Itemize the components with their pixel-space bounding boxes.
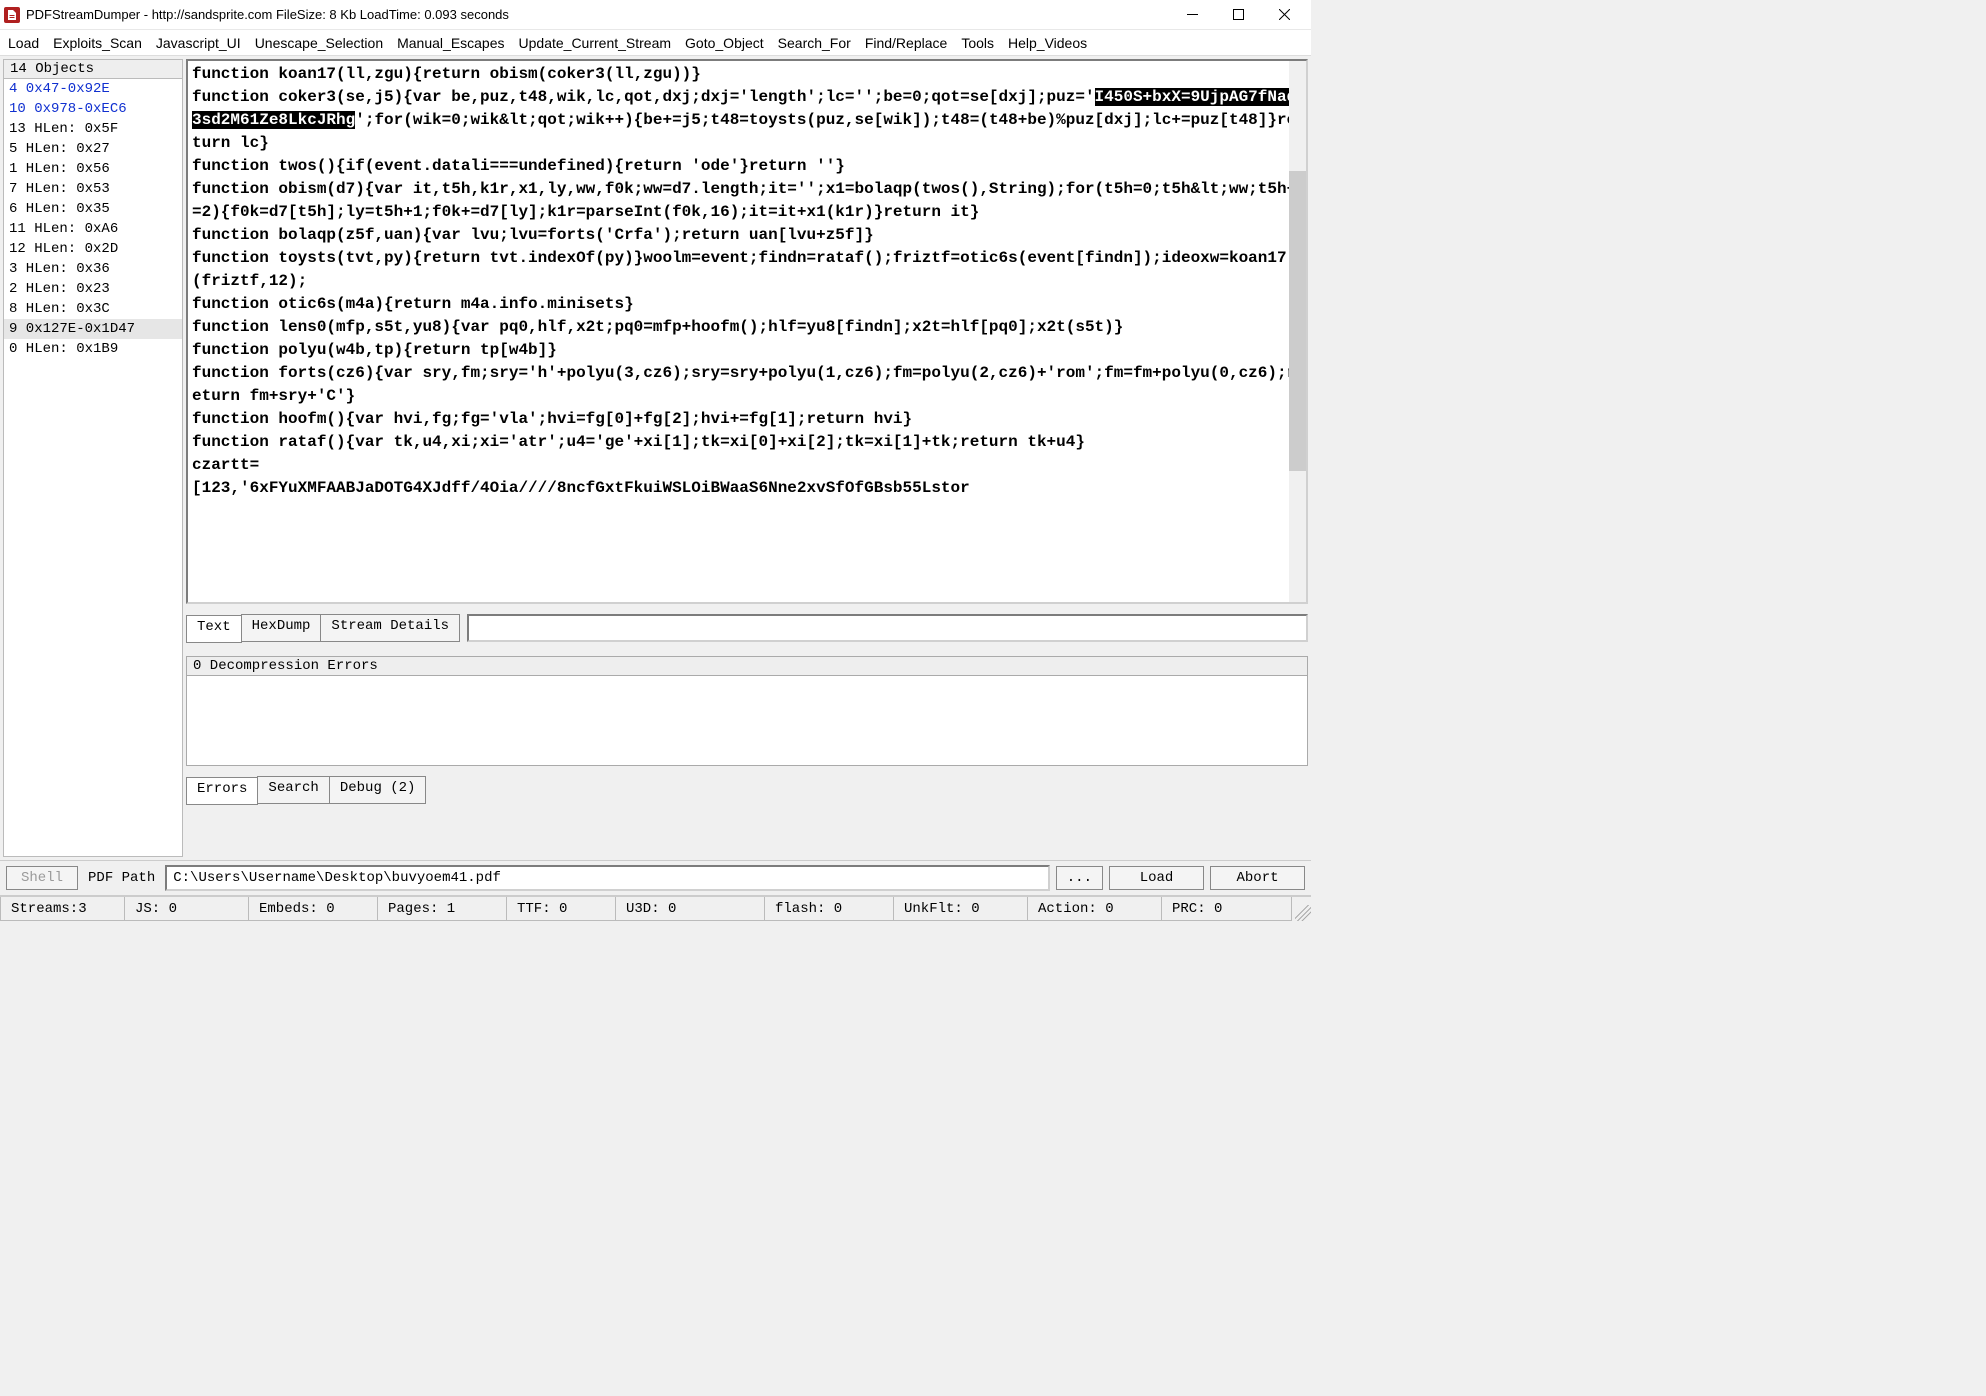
menu-javascript-ui[interactable]: Javascript_UI: [156, 35, 241, 51]
tab-filler-input[interactable]: [467, 614, 1308, 642]
list-item[interactable]: 8 HLen: 0x3C: [4, 299, 182, 319]
menu-manual-escapes[interactable]: Manual_Escapes: [397, 35, 504, 51]
left-panel: 14 Objects 4 0x47-0x92E10 0x978-0xEC613 …: [3, 59, 183, 857]
resize-grip[interactable]: [1291, 897, 1311, 921]
list-item[interactable]: 10 0x978-0xEC6: [4, 99, 182, 119]
list-item[interactable]: 2 HLen: 0x23: [4, 279, 182, 299]
errors-header: 0 Decompression Errors: [186, 656, 1308, 676]
list-item[interactable]: 3 HLen: 0x36: [4, 259, 182, 279]
status-js: JS: 0: [124, 897, 249, 921]
objects-header: 14 Objects: [3, 59, 183, 79]
list-item[interactable]: 6 HLen: 0x35: [4, 199, 182, 219]
lower-tabs: Errors Search Debug (2): [186, 776, 1308, 804]
status-u3d: U3D: 0: [615, 897, 765, 921]
browse-button[interactable]: ...: [1056, 866, 1103, 890]
status-prc: PRC: 0: [1161, 897, 1292, 921]
shell-button[interactable]: Shell: [6, 866, 78, 890]
tab-text[interactable]: Text: [186, 615, 242, 643]
menu-exploits-scan[interactable]: Exploits_Scan: [53, 35, 142, 51]
menu-unescape-selection[interactable]: Unescape_Selection: [255, 35, 383, 51]
menu-tools[interactable]: Tools: [961, 35, 994, 51]
menu-update-current-stream[interactable]: Update_Current_Stream: [519, 35, 672, 51]
tab-errors[interactable]: Errors: [186, 777, 258, 805]
status-ttf: TTF: 0: [506, 897, 616, 921]
app-icon: [4, 7, 20, 23]
errors-body[interactable]: [186, 676, 1308, 766]
status-bar: Streams:3 JS: 0 Embeds: 0 Pages: 1 TTF: …: [0, 895, 1311, 921]
menu-load[interactable]: Load: [8, 35, 39, 51]
tab-hexdump[interactable]: HexDump: [241, 614, 322, 642]
status-unkflt: UnkFlt: 0: [893, 897, 1028, 921]
objects-list[interactable]: 4 0x47-0x92E10 0x978-0xEC613 HLen: 0x5F5…: [3, 79, 183, 857]
code-scroll-thumb[interactable]: [1289, 171, 1306, 471]
path-row: Shell PDF Path ... Load Abort: [0, 860, 1311, 895]
tab-stream-details[interactable]: Stream Details: [320, 614, 460, 642]
list-item[interactable]: 5 HLen: 0x27: [4, 139, 182, 159]
list-item[interactable]: 13 HLen: 0x5F: [4, 119, 182, 139]
close-button[interactable]: [1261, 0, 1307, 30]
pdf-path-label: PDF Path: [84, 870, 159, 886]
status-flash: flash: 0: [764, 897, 894, 921]
title-bar: PDFStreamDumper - http://sandsprite.com …: [0, 0, 1311, 30]
status-pages: Pages: 1: [377, 897, 507, 921]
minimize-button[interactable]: [1169, 0, 1215, 30]
right-panel: function koan17(ll,zgu){return obism(cok…: [186, 59, 1308, 857]
load-button[interactable]: Load: [1109, 866, 1204, 890]
menu-help-videos[interactable]: Help_Videos: [1008, 35, 1087, 51]
abort-button[interactable]: Abort: [1210, 866, 1305, 890]
window-title: PDFStreamDumper - http://sandsprite.com …: [26, 7, 509, 22]
list-item[interactable]: 9 0x127E-0x1D47: [4, 319, 182, 339]
code-view[interactable]: function koan17(ll,zgu){return obism(cok…: [186, 59, 1308, 604]
maximize-button[interactable]: [1215, 0, 1261, 30]
menu-bar: Load Exploits_Scan Javascript_UI Unescap…: [0, 30, 1311, 56]
tab-debug[interactable]: Debug (2): [329, 776, 427, 804]
status-action: Action: 0: [1027, 897, 1162, 921]
status-embeds: Embeds: 0: [248, 897, 378, 921]
list-item[interactable]: 0 HLen: 0x1B9: [4, 339, 182, 359]
menu-find-replace[interactable]: Find/Replace: [865, 35, 948, 51]
code-scrollbar[interactable]: [1289, 61, 1306, 602]
list-item[interactable]: 1 HLen: 0x56: [4, 159, 182, 179]
list-item[interactable]: 11 HLen: 0xA6: [4, 219, 182, 239]
list-item[interactable]: 12 HLen: 0x2D: [4, 239, 182, 259]
menu-goto-object[interactable]: Goto_Object: [685, 35, 764, 51]
list-item[interactable]: 7 HLen: 0x53: [4, 179, 182, 199]
tab-search[interactable]: Search: [257, 776, 329, 804]
list-item[interactable]: 4 0x47-0x92E: [4, 79, 182, 99]
pdf-path-input[interactable]: [165, 865, 1050, 891]
main-area: 14 Objects 4 0x47-0x92E10 0x978-0xEC613 …: [0, 56, 1311, 860]
menu-search-for[interactable]: Search_For: [778, 35, 851, 51]
status-streams: Streams:3: [0, 897, 125, 921]
view-tabs: Text HexDump Stream Details: [186, 614, 1308, 642]
